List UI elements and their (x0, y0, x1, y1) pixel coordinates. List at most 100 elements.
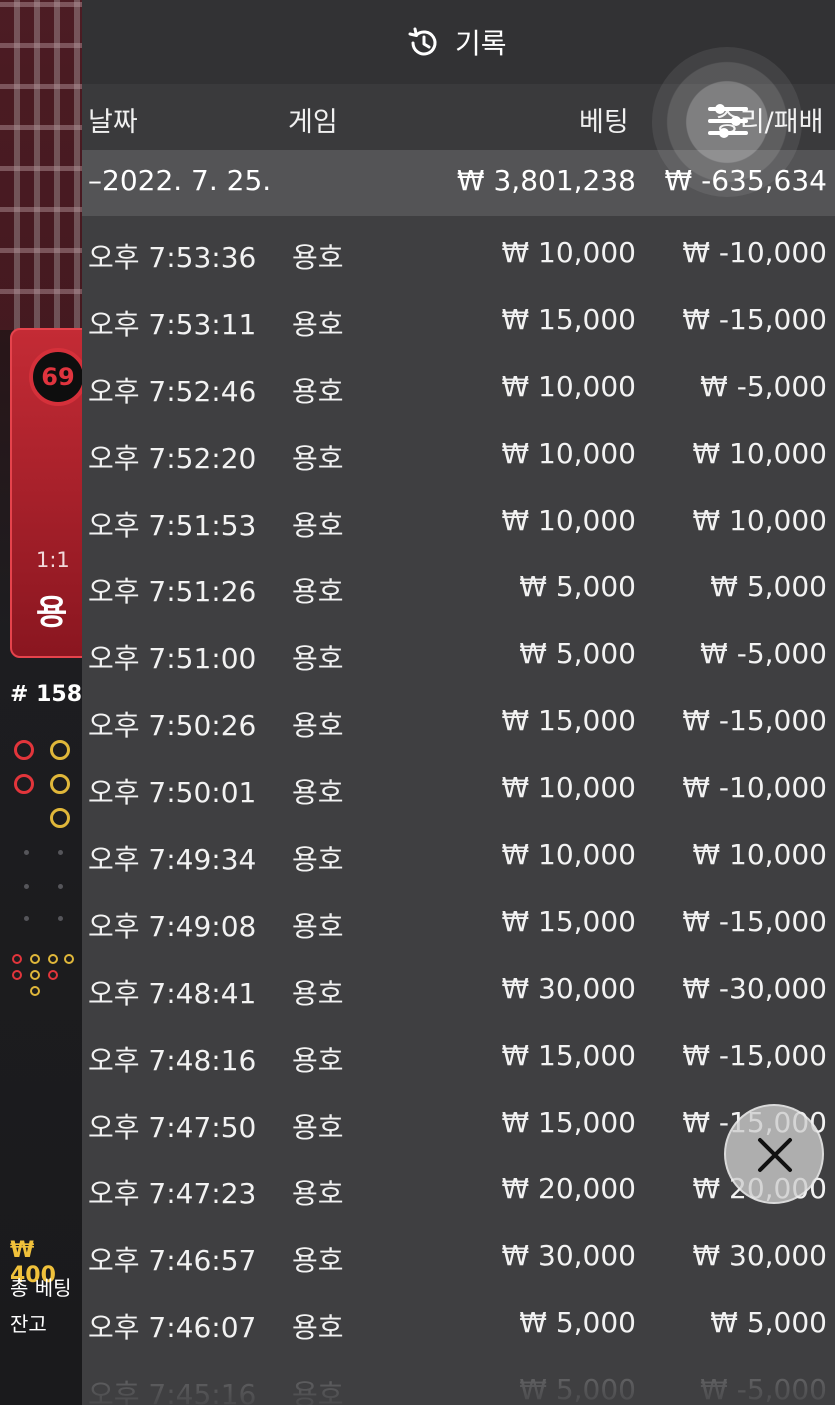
row-result: ₩ 10,000 (692, 436, 827, 470)
filter-icon (708, 104, 748, 138)
history-row[interactable]: 오후 7:51:53 용호 ₩ 10,000 ₩ 10,000 (82, 490, 835, 557)
row-bet: ₩ 30,000 (501, 1239, 636, 1273)
road-dot (58, 884, 63, 889)
column-header-game: 게임 (288, 107, 338, 138)
list-fade (82, 1345, 835, 1405)
row-bet: ₩ 15,000 (501, 904, 636, 938)
history-row[interactable]: 오후 7:53:36 용호 ₩ 10,000 ₩ -10,000 (82, 222, 835, 289)
close-button[interactable] (724, 1104, 824, 1204)
row-result: ₩ -5,000 (700, 369, 827, 403)
history-panel: 기록 날짜 게임 베팅 승리/패배 –2022. 7. 25. ₩ 3,801,… (82, 0, 835, 1405)
row-time: 오후 7:47:50 (88, 1110, 257, 1144)
road-dot (14, 740, 34, 760)
history-row[interactable]: 오후 7:48:16 용호 ₩ 15,000 ₩ -15,000 (82, 1025, 835, 1092)
row-time: 오후 7:52:46 (88, 374, 257, 408)
row-time: 오후 7:53:36 (88, 241, 257, 274)
row-time: 오후 7:51:26 (88, 575, 257, 609)
history-row[interactable]: 오후 7:46:57 용호 ₩ 30,000 ₩ 30,000 (82, 1225, 835, 1292)
bet-side-label: 용 (36, 593, 68, 633)
filter-button[interactable] (652, 47, 802, 197)
row-bet: ₩ 30,000 (501, 971, 636, 1005)
row-bet: ₩ 10,000 (501, 236, 636, 269)
history-row[interactable]: 오후 7:49:08 용호 ₩ 15,000 ₩ -15,000 (82, 891, 835, 958)
bead-dot (48, 970, 58, 980)
row-bet: ₩ 10,000 (501, 369, 636, 403)
balance-label: 잔고 (10, 1312, 47, 1336)
summary-total-bet: ₩ 3,801,238 (456, 164, 636, 197)
row-game: 용호 (292, 575, 344, 609)
row-time: 오후 7:50:01 (88, 776, 257, 810)
game-background: 69 1:1 용 # 158 ₩ 400 총 베팅 잔고 (0, 0, 82, 1405)
row-game: 용호 (292, 1244, 344, 1278)
history-row[interactable]: 오후 7:47:23용호₩ 20,000₩ 20,000 (82, 1158, 835, 1225)
row-game: 용호 (292, 1177, 344, 1211)
row-bet: ₩ 10,000 (501, 436, 636, 470)
history-row[interactable]: 오후 7:47:50용호₩ 15,000₩ -15,000 (82, 1092, 835, 1159)
history-row[interactable]: 오후 7:53:11 용호 ₩ 15,000 ₩ -15,000 (82, 289, 835, 356)
row-game: 용호 (292, 441, 344, 475)
row-bet: ₩ 10,000 (501, 838, 636, 872)
row-time: 오후 7:47:23 (88, 1177, 257, 1211)
history-row[interactable]: 오후 7:50:01 용호 ₩ 10,000 ₩ -10,000 (82, 757, 835, 824)
row-result: ₩ -5,000 (700, 637, 827, 671)
row-game: 용호 (292, 843, 344, 877)
road-dot (14, 774, 34, 794)
road-dot (50, 774, 70, 794)
history-row[interactable]: 오후 7:52:46 용호 ₩ 10,000 ₩ -5,000 (82, 356, 835, 423)
row-game: 용호 (292, 1110, 344, 1144)
history-row[interactable]: 오후 7:48:41 용호 ₩ 30,000 ₩ -30,000 (82, 958, 835, 1025)
round-number: # 158 (10, 682, 82, 707)
road-dot (58, 916, 63, 921)
row-result: ₩ 10,000 (692, 503, 827, 537)
bead-dot (64, 954, 74, 964)
panel-title: 기록 (455, 27, 507, 60)
row-time: 오후 7:52:20 (88, 441, 257, 475)
row-result: ₩ -30,000 (682, 971, 827, 1005)
summary-date: –2022. 7. 25. (88, 164, 272, 197)
row-result: ₩ -15,000 (682, 302, 827, 336)
history-row[interactable]: 오후 7:51:26 용호 ₩ 5,000 ₩ 5,000 (82, 556, 835, 623)
bead-dot (12, 970, 22, 980)
history-row[interactable]: 오후 7:49:34 용호 ₩ 10,000 ₩ 10,000 (82, 824, 835, 891)
row-result: ₩ 5,000 (710, 570, 827, 604)
row-bet: ₩ 15,000 (501, 1038, 636, 1072)
row-bet: ₩ 5,000 (519, 637, 636, 671)
row-time: 오후 7:49:08 (88, 909, 257, 943)
history-row[interactable]: 오후 7:52:20 용호 ₩ 10,000 ₩ 10,000 (82, 423, 835, 490)
column-header-bet: 베팅 (579, 107, 629, 138)
history-row[interactable]: 오후 7:50:26 용호 ₩ 15,000 ₩ -15,000 (82, 690, 835, 757)
row-result: ₩ 30,000 (692, 1239, 827, 1273)
road-dot (24, 884, 29, 889)
row-game: 용호 (292, 709, 344, 743)
row-game: 용호 (292, 976, 344, 1010)
row-time: 오후 7:51:53 (88, 508, 257, 542)
row-time: 오후 7:51:00 (88, 642, 257, 676)
row-bet: ₩ 5,000 (519, 1306, 636, 1340)
row-bet: ₩ 5,000 (519, 570, 636, 604)
row-game: 용호 (292, 307, 344, 341)
row-game: 용호 (292, 1311, 344, 1345)
road-dot (58, 850, 63, 855)
row-game: 용호 (292, 776, 344, 810)
bead-dot (30, 954, 40, 964)
total-bet-label: 총 베팅 (10, 1276, 72, 1300)
close-icon (758, 1138, 792, 1172)
road-dot (50, 740, 70, 760)
row-game: 용호 (292, 508, 344, 542)
row-result: ₩ -10,000 (682, 236, 827, 269)
row-time: 오후 7:46:07 (88, 1311, 257, 1345)
row-result: ₩ -15,000 (682, 1038, 827, 1072)
row-result: ₩ -10,000 (682, 771, 827, 805)
history-row[interactable]: 오후 7:51:00 용호 ₩ 5,000 ₩ -5,000 (82, 623, 835, 690)
bead-dot (48, 954, 58, 964)
dragon-bet-card[interactable]: 69 1:1 용 (10, 328, 82, 658)
row-bet: ₩ 10,000 (501, 503, 636, 537)
row-bet: ₩ 15,000 (501, 302, 636, 336)
row-time: 오후 7:48:16 (88, 1043, 257, 1077)
row-result: ₩ 5,000 (710, 1306, 827, 1340)
row-bet: ₩ 15,000 (501, 1105, 636, 1139)
row-result: ₩ 10,000 (692, 838, 827, 872)
row-result: ₩ -15,000 (682, 904, 827, 938)
history-list: 오후 7:53:36 용호 ₩ 10,000 ₩ -10,000 오후 7:53:11 용… (82, 222, 835, 1405)
history-icon (408, 27, 437, 56)
